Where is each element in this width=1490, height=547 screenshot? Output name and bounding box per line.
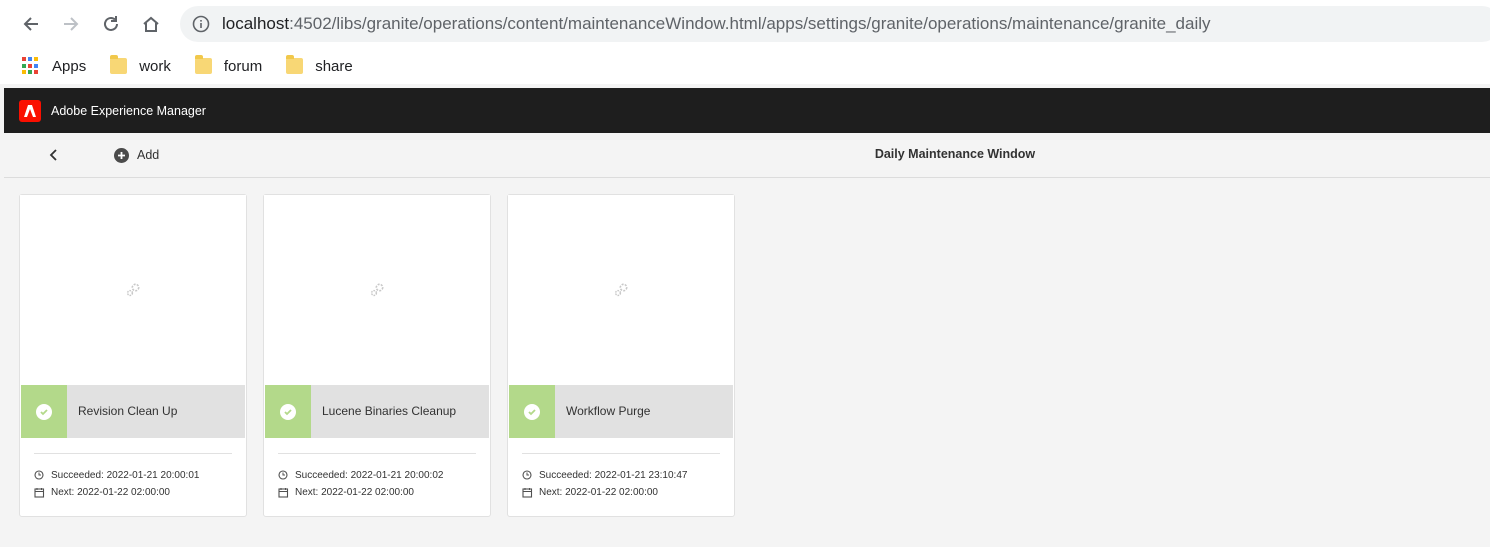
action-bar: Add Daily Maintenance Window bbox=[4, 133, 1490, 178]
add-label: Add bbox=[137, 148, 160, 162]
clock-check-icon bbox=[34, 470, 44, 480]
card-title-bar: Workflow Purge bbox=[509, 385, 733, 438]
task-card[interactable]: Lucene Binaries Cleanup Succeeded: 2022-… bbox=[263, 194, 491, 517]
clock-check-icon bbox=[522, 470, 532, 480]
next-text: Next: 2022-01-22 02:00:00 bbox=[51, 487, 170, 498]
card-thumbnail bbox=[508, 195, 734, 385]
adobe-logo-icon[interactable] bbox=[19, 99, 41, 122]
bookmark-label: forum bbox=[223, 57, 263, 75]
home-button[interactable] bbox=[135, 8, 167, 40]
info-icon[interactable] bbox=[192, 15, 210, 33]
folder-icon bbox=[194, 55, 212, 74]
task-card[interactable]: Workflow Purge Succeeded: 2022-01-21 23:… bbox=[507, 194, 735, 517]
clock-check-icon bbox=[278, 470, 288, 480]
card-title-bar: Revision Clean Up bbox=[21, 385, 245, 438]
aem-header: Adobe Experience Manager bbox=[4, 88, 1490, 133]
bookmark-label: share bbox=[315, 57, 353, 75]
succeeded-info: Succeeded: 2022-01-21 20:00:01 bbox=[34, 470, 199, 481]
arrow-right-icon bbox=[64, 17, 79, 31]
add-circle-icon bbox=[114, 147, 129, 163]
chevron-left-icon bbox=[49, 149, 57, 161]
status-success bbox=[509, 385, 555, 438]
bookmark-work[interactable]: work bbox=[110, 55, 171, 75]
gears-icon bbox=[614, 283, 628, 297]
succeeded-text: Succeeded: 2022-01-21 20:00:02 bbox=[295, 470, 444, 481]
divider bbox=[34, 453, 232, 454]
calendar-icon bbox=[522, 488, 533, 498]
home-icon bbox=[143, 16, 159, 32]
task-card[interactable]: Revision Clean Up Succeeded: 2022-01-21 … bbox=[19, 194, 247, 517]
arrow-left-icon bbox=[23, 17, 38, 31]
card-title: Workflow Purge bbox=[566, 404, 651, 418]
calendar-icon bbox=[34, 488, 45, 498]
card-title: Lucene Binaries Cleanup bbox=[322, 404, 457, 418]
add-button[interactable]: Add bbox=[114, 145, 159, 165]
bookmark-forum[interactable]: forum bbox=[194, 55, 263, 75]
bookmark-share[interactable]: share bbox=[286, 55, 353, 75]
next-text: Next: 2022-01-22 02:00:00 bbox=[295, 487, 414, 498]
divider bbox=[278, 453, 476, 454]
bookmark-apps[interactable]: Apps bbox=[22, 57, 86, 75]
app-title[interactable]: Adobe Experience Manager bbox=[51, 104, 206, 118]
card-thumbnail bbox=[264, 195, 490, 385]
next-info: Next: 2022-01-22 02:00:00 bbox=[34, 487, 170, 498]
apps-grid-icon bbox=[22, 57, 40, 75]
succeeded-text: Succeeded: 2022-01-21 23:10:47 bbox=[539, 470, 688, 481]
back-button[interactable] bbox=[44, 145, 64, 165]
folder-icon bbox=[286, 55, 304, 74]
next-info: Next: 2022-01-22 02:00:00 bbox=[278, 487, 414, 498]
forward-arrow-button[interactable] bbox=[55, 8, 87, 40]
reload-icon bbox=[104, 16, 118, 31]
folder-icon bbox=[110, 55, 128, 74]
card-thumbnail bbox=[20, 195, 246, 385]
gears-icon bbox=[370, 283, 384, 297]
card-title-bar: Lucene Binaries Cleanup bbox=[265, 385, 489, 438]
next-info: Next: 2022-01-22 02:00:00 bbox=[522, 487, 658, 498]
page-title: Daily Maintenance Window bbox=[874, 147, 1036, 161]
status-success bbox=[21, 385, 67, 438]
back-arrow-button[interactable] bbox=[15, 8, 47, 40]
url-path: :4502/libs/granite/operations/content/ma… bbox=[289, 14, 1211, 33]
url-text: localhost:4502/libs/granite/operations/c… bbox=[222, 14, 1211, 34]
bookmark-label: work bbox=[139, 57, 171, 75]
calendar-icon bbox=[278, 488, 289, 498]
bookmark-label: Apps bbox=[52, 57, 87, 75]
checkmark-icon bbox=[524, 403, 540, 420]
succeeded-info: Succeeded: 2022-01-21 20:00:02 bbox=[278, 470, 443, 481]
status-success bbox=[265, 385, 311, 438]
bookmarks-bar: Apps work forum share bbox=[0, 48, 1490, 84]
succeeded-info: Succeeded: 2022-01-21 23:10:47 bbox=[522, 470, 687, 481]
gears-icon bbox=[126, 283, 140, 297]
checkmark-icon bbox=[280, 403, 296, 420]
card-title: Revision Clean Up bbox=[78, 404, 178, 418]
reload-button[interactable] bbox=[95, 8, 127, 40]
divider bbox=[522, 453, 720, 454]
next-text: Next: 2022-01-22 02:00:00 bbox=[539, 487, 658, 498]
url-host: localhost bbox=[222, 14, 290, 33]
checkmark-icon bbox=[36, 403, 52, 420]
succeeded-text: Succeeded: 2022-01-21 20:00:01 bbox=[51, 470, 200, 481]
address-bar[interactable]: localhost:4502/libs/granite/operations/c… bbox=[180, 6, 1490, 42]
browser-toolbar: localhost:4502/libs/granite/operations/c… bbox=[0, 0, 1490, 48]
content-area: Revision Clean Up Succeeded: 2022-01-21 … bbox=[4, 179, 1490, 547]
